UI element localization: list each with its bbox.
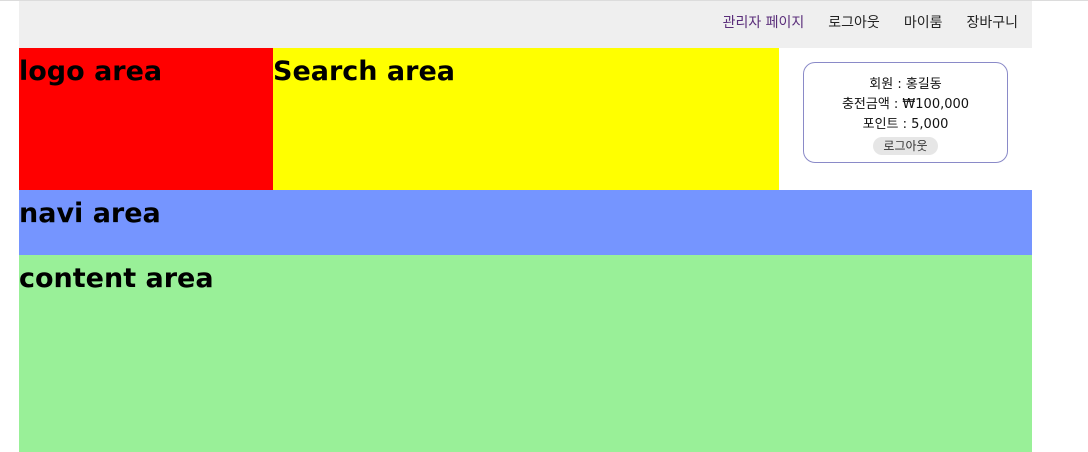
member-info-box: 회원 : 홍길동 충전금액 : ₩100,000 포인트 : 5,000 로그아… — [803, 62, 1008, 163]
navi-area-title: navi area — [19, 198, 161, 229]
content-area-title: content area — [19, 263, 214, 294]
search-area-title: Search area — [273, 56, 455, 87]
search-area: Search area — [273, 48, 779, 190]
cart-link[interactable]: 장바구니 — [966, 14, 1018, 32]
logo-area-title: logo area — [19, 56, 163, 87]
top-menu-list: 관리자 페이지 로그아웃 마이룸 장바구니 — [723, 14, 1018, 32]
member-info-lines: 회원 : 홍길동 충전금액 : ₩100,000 포인트 : 5,000 로그아… — [804, 63, 1007, 155]
navi-area: navi area — [19, 190, 1032, 255]
member-logout-button[interactable]: 로그아웃 — [873, 137, 938, 155]
content-area: content area — [19, 255, 1032, 452]
logo-area: logo area — [19, 48, 273, 190]
member-points: 포인트 : 5,000 — [862, 117, 949, 132]
member-charge-amount: 충전금액 : ₩100,000 — [841, 97, 970, 112]
member-name: 회원 : 홍길동 — [869, 77, 942, 92]
myroom-link[interactable]: 마이룸 — [904, 14, 943, 32]
top-menu-bar: 관리자 페이지 로그아웃 마이룸 장바구니 — [19, 1, 1032, 48]
admin-page-link[interactable]: 관리자 페이지 — [723, 14, 805, 32]
page-wrapper: 관리자 페이지 로그아웃 마이룸 장바구니 logo area Search a… — [19, 1, 1032, 452]
logout-link[interactable]: 로그아웃 — [828, 14, 880, 32]
member-area: 회원 : 홍길동 충전금액 : ₩100,000 포인트 : 5,000 로그아… — [779, 48, 1032, 190]
